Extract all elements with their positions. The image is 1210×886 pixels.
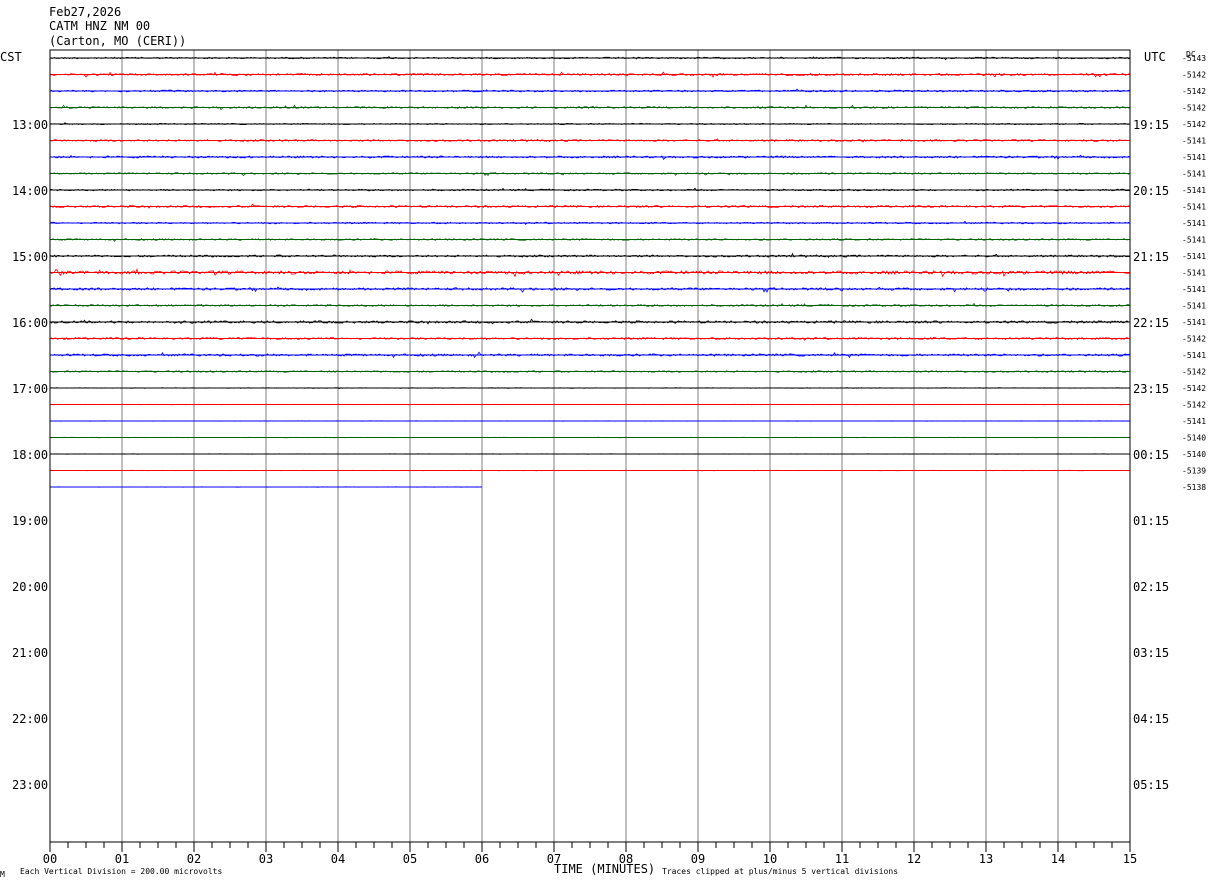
- right-hour-label: 23:15: [1133, 382, 1169, 396]
- plot-frame: [49, 49, 1131, 843]
- x-axis-title: TIME (MINUTES): [554, 862, 655, 876]
- right-hour-label: 00:15: [1133, 448, 1169, 462]
- minute-grid: [121, 50, 1059, 842]
- dc-offset-label: -5142: [1182, 384, 1206, 393]
- dc-offset-label: -5141: [1182, 203, 1206, 212]
- dc-offset-label: -5140: [1182, 434, 1206, 443]
- right-timezone-label: UTC: [1144, 50, 1166, 64]
- x-tick-label: 06: [475, 852, 489, 866]
- left-hour-label: 13:00: [12, 118, 48, 132]
- right-hour-label: 21:15: [1133, 250, 1169, 264]
- axis-labels: 13:00 14:00 15:00 16:00 17:00 18:00 19:00 20:00…: [12, 54, 1206, 792]
- right-hour-label: 20:15: [1133, 184, 1169, 198]
- dc-offset-label: -5141: [1182, 269, 1206, 278]
- dc-offset-label: -5142: [1182, 120, 1206, 129]
- left-hour-label: 15:00: [12, 250, 48, 264]
- dc-offset-label: -5138: [1182, 483, 1206, 492]
- right-hour-label: 02:15: [1133, 580, 1169, 594]
- helicorder-plot: 13:00 14:00 15:00 16:00 17:00 18:00 19:00 20:00…: [0, 5, 1206, 879]
- left-hour-label: 17:00: [12, 382, 48, 396]
- x-tick-label: 05: [403, 852, 417, 866]
- dc-offset-label: -5141: [1182, 137, 1206, 146]
- seismic-trace: [49, 252, 1131, 258]
- x-tick-label: 15: [1123, 852, 1137, 866]
- header-station: CATM HNZ NM 00: [49, 19, 150, 33]
- right-hour-label: 01:15: [1133, 514, 1169, 528]
- x-tick-label: 11: [835, 852, 849, 866]
- header-date: Feb27,2026: [49, 5, 121, 19]
- footer-corner-mark: M: [0, 870, 5, 879]
- x-tick-label: 01: [115, 852, 129, 866]
- footer-clip-note: Traces clipped at plus/minus 5 vertical …: [662, 867, 898, 876]
- dc-offset-label: -5140: [1182, 450, 1206, 459]
- left-hour-label: 18:00: [12, 448, 48, 462]
- right-hour-label: 22:15: [1133, 316, 1169, 330]
- left-hour-label: 19:00: [12, 514, 48, 528]
- left-timezone-label: CST: [0, 50, 22, 64]
- x-tick-label: 12: [907, 852, 921, 866]
- dc-offset-label: -5141: [1182, 219, 1206, 228]
- dc-offset-label: -5141: [1182, 186, 1206, 195]
- x-tick-label: 14: [1051, 852, 1065, 866]
- dc-offset-label: -5142: [1182, 368, 1206, 377]
- dc-offset-label: -5141: [1182, 285, 1206, 294]
- x-tick-label: 10: [763, 852, 777, 866]
- dc-label: DC: [1186, 50, 1196, 59]
- plot-border: [49, 49, 1131, 843]
- footer-scale-note: Each Vertical Division = 200.00 microvol…: [20, 867, 222, 876]
- dc-offset-label: -5142: [1182, 71, 1206, 80]
- right-hour-label: 04:15: [1133, 712, 1169, 726]
- dc-offset-label: -5139: [1182, 467, 1206, 476]
- left-hour-label: 23:00: [12, 778, 48, 792]
- dc-offset-label: -5141: [1182, 170, 1206, 179]
- seismic-traces: [49, 56, 1131, 488]
- dc-offset-label: -5141: [1182, 236, 1206, 245]
- right-hour-label: 19:15: [1133, 118, 1169, 132]
- right-hour-label: 03:15: [1133, 646, 1169, 660]
- dc-offset-label: -5141: [1182, 318, 1206, 327]
- left-hour-label: 22:00: [12, 712, 48, 726]
- right-hour-label: 05:15: [1133, 778, 1169, 792]
- dc-offset-label: -5141: [1182, 417, 1206, 426]
- seismic-trace: [49, 286, 1131, 293]
- dc-offset-label: -5142: [1182, 87, 1206, 96]
- left-hour-label: 16:00: [12, 316, 48, 330]
- dc-offset-label: -5141: [1182, 252, 1206, 261]
- dc-offset-label: -5141: [1182, 351, 1206, 360]
- x-tick-label: 03: [259, 852, 273, 866]
- x-tick-label: 13: [979, 852, 993, 866]
- dc-offset-label: -5142: [1182, 335, 1206, 344]
- dc-offset-label: -5141: [1182, 153, 1206, 162]
- dc-offset-label: -5142: [1182, 104, 1206, 113]
- x-tick-label: 04: [331, 852, 345, 866]
- header-location: (Carton, MO (CERI)): [49, 34, 186, 48]
- dc-offset-label: -5142: [1182, 401, 1206, 410]
- x-tick-label: 09: [691, 852, 705, 866]
- x-tick-label: 00: [43, 852, 57, 866]
- left-hour-label: 21:00: [12, 646, 48, 660]
- left-hour-label: 20:00: [12, 580, 48, 594]
- dc-offset-label: -5141: [1182, 302, 1206, 311]
- left-hour-label: 14:00: [12, 184, 48, 198]
- x-tick-label: 02: [187, 852, 201, 866]
